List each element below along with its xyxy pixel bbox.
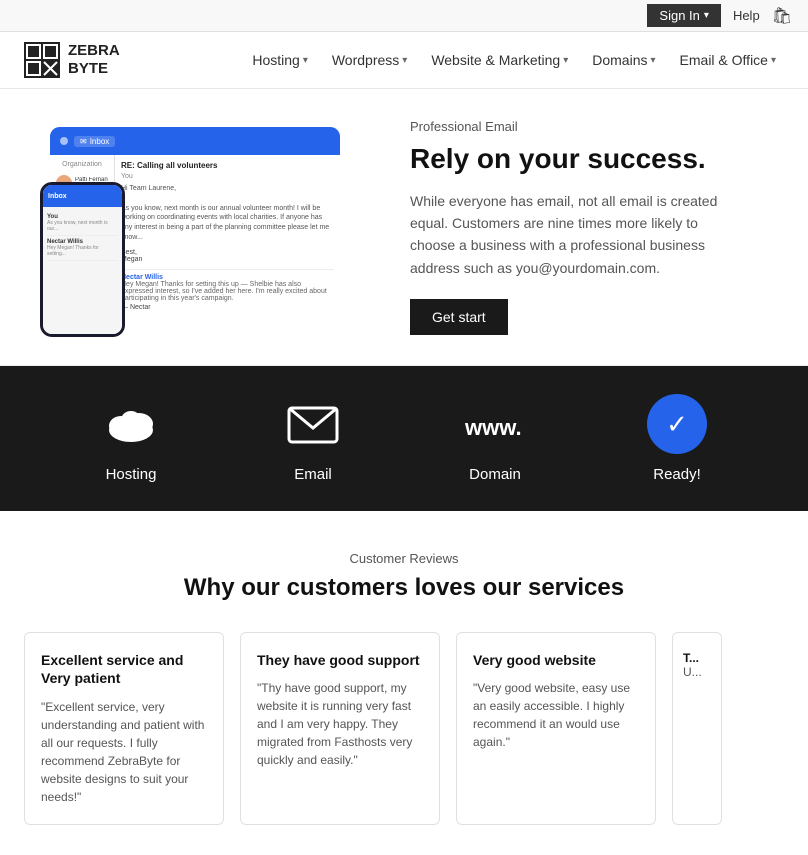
chevron-down-icon: ▾: [771, 55, 776, 66]
phone-device: Inbox You As you know, next month is our…: [40, 182, 125, 337]
review-card-1: Excellent service and Very patient "Exce…: [24, 632, 224, 824]
hero-text: Professional Email Rely on your success.…: [410, 119, 768, 335]
reviews-title: Why our customers loves our services: [24, 574, 784, 602]
email-body: Hi Team Laurene,As you know, next month …: [121, 184, 334, 243]
review-card-2: They have good support "Thy have good su…: [240, 632, 440, 824]
features-strip: Hosting Email www. Domain ✓ Ready!: [0, 366, 808, 511]
header: ZEBRA BYTE Hosting ▾ Wordpress ▾ Website…: [0, 32, 808, 89]
review-card-3: Very good website "Very good website, ea…: [456, 632, 656, 824]
chevron-down-icon: ▾: [402, 55, 407, 66]
chevron-down-icon: ▾: [651, 55, 656, 66]
review-card-title: Very good website: [473, 651, 639, 669]
hero-description: While everyone has email, not all email …: [410, 190, 730, 280]
logo[interactable]: ZEBRA BYTE: [24, 42, 120, 78]
feature-email: Email: [283, 394, 343, 483]
chevron-down-icon: ▾: [303, 55, 308, 66]
hero-tag: Professional Email: [410, 119, 768, 134]
get-start-button[interactable]: Get start: [410, 299, 508, 335]
cloud-icon: [101, 394, 161, 454]
cart-icon[interactable]: 🛍: [772, 6, 792, 26]
logo-text: ZEBRA BYTE: [68, 42, 120, 78]
review-card-text: "Very good website, easy use an easily a…: [473, 679, 639, 751]
review-card-partial: T... U...: [672, 632, 722, 824]
signin-button[interactable]: Sign In ▾: [647, 4, 721, 27]
phone-email-item: You As you know, next month is our...: [47, 211, 118, 236]
nav-wordpress[interactable]: Wordpress ▾: [324, 46, 415, 74]
feature-domain-label: Domain: [469, 466, 521, 483]
email-icon: [283, 394, 343, 454]
chevron-down-icon: ▾: [563, 55, 568, 66]
hero-title: Rely on your success.: [410, 142, 768, 176]
help-link[interactable]: Help: [733, 8, 760, 23]
reviews-cards: Excellent service and Very patient "Exce…: [24, 632, 784, 824]
review-card-title: They have good support: [257, 651, 423, 669]
nav-email-office[interactable]: Email & Office ▾: [672, 46, 784, 74]
phone-email-item: Nectar Willis Hey Megan! Thanks for sett…: [47, 236, 118, 261]
feature-ready-label: Ready!: [653, 466, 701, 483]
top-bar: Sign In ▾ Help 🛍: [0, 0, 808, 32]
reviews-section: Customer Reviews Why our customers loves…: [0, 511, 808, 854]
signin-arrow: ▾: [704, 10, 709, 21]
review-card-text: "Excellent service, very understanding a…: [41, 698, 207, 806]
feature-email-label: Email: [294, 466, 332, 483]
email-subject: RE: Calling all volunteers: [121, 161, 334, 170]
signin-label: Sign In: [659, 8, 699, 23]
feature-ready: ✓ Ready!: [647, 394, 707, 483]
main-nav: Hosting ▾ Wordpress ▾ Website & Marketin…: [244, 46, 784, 74]
logo-icon: [24, 42, 60, 78]
hero-image: ✉ Inbox Organization Patti Fernandez Exe…: [40, 127, 370, 327]
hero-section: ✉ Inbox Organization Patti Fernandez Exe…: [0, 89, 808, 366]
reviews-tag: Customer Reviews: [24, 551, 784, 566]
feature-hosting-label: Hosting: [106, 466, 157, 483]
sidebar-org-label: Organization: [54, 161, 110, 168]
review-card-text: "Thy have good support, my website it is…: [257, 679, 423, 769]
nav-domains[interactable]: Domains ▾: [584, 46, 663, 74]
feature-domain: www. Domain: [465, 394, 525, 483]
svg-text:www.: www.: [465, 415, 522, 440]
nav-website-marketing[interactable]: Website & Marketing ▾: [423, 46, 576, 74]
domain-icon: www.: [465, 394, 525, 454]
nav-hosting[interactable]: Hosting ▾: [244, 46, 316, 74]
feature-hosting: Hosting: [101, 394, 161, 483]
ready-circle-icon: ✓: [647, 394, 707, 454]
review-card-title: Excellent service and Very patient: [41, 651, 207, 687]
